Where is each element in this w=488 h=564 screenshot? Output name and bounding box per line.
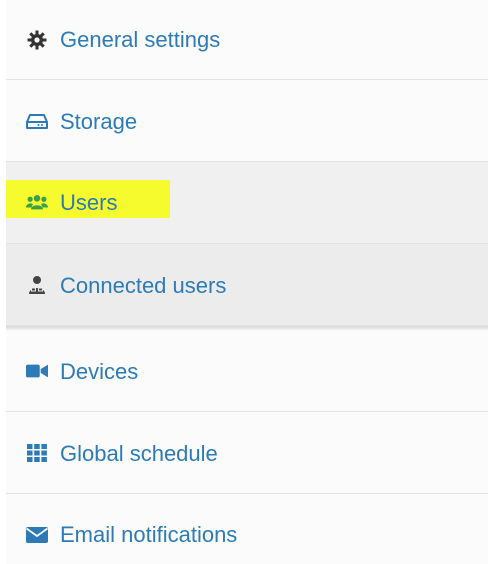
menu-item-users[interactable]: Users bbox=[6, 162, 488, 244]
menu-item-global-schedule[interactable]: Global schedule bbox=[6, 412, 488, 494]
menu-item-label: Global schedule bbox=[60, 441, 218, 466]
settings-menu: General settings Storage Users Connected… bbox=[6, 0, 488, 564]
envelope-icon bbox=[26, 524, 48, 546]
menu-item-label: Email notifications bbox=[60, 522, 238, 547]
hard-drive-icon bbox=[26, 110, 48, 132]
menu-item-label: Devices bbox=[60, 359, 139, 384]
menu-item-storage[interactable]: Storage bbox=[6, 80, 488, 162]
menu-item-devices[interactable]: Devices bbox=[6, 330, 488, 412]
menu-item-label: Connected users bbox=[60, 273, 227, 298]
video-camera-icon bbox=[26, 360, 48, 382]
users-icon bbox=[26, 191, 48, 213]
menu-item-label: Users bbox=[60, 190, 118, 215]
menu-item-general-settings[interactable]: General settings bbox=[6, 0, 488, 80]
connected-user-icon bbox=[26, 274, 48, 296]
gear-icon bbox=[26, 29, 48, 51]
menu-item-label: Storage bbox=[60, 109, 138, 134]
menu-item-email-notifications[interactable]: Email notifications bbox=[6, 494, 488, 564]
menu-item-label: General settings bbox=[60, 27, 221, 52]
menu-item-connected-users[interactable]: Connected users bbox=[6, 244, 488, 326]
grid-icon bbox=[26, 442, 48, 464]
